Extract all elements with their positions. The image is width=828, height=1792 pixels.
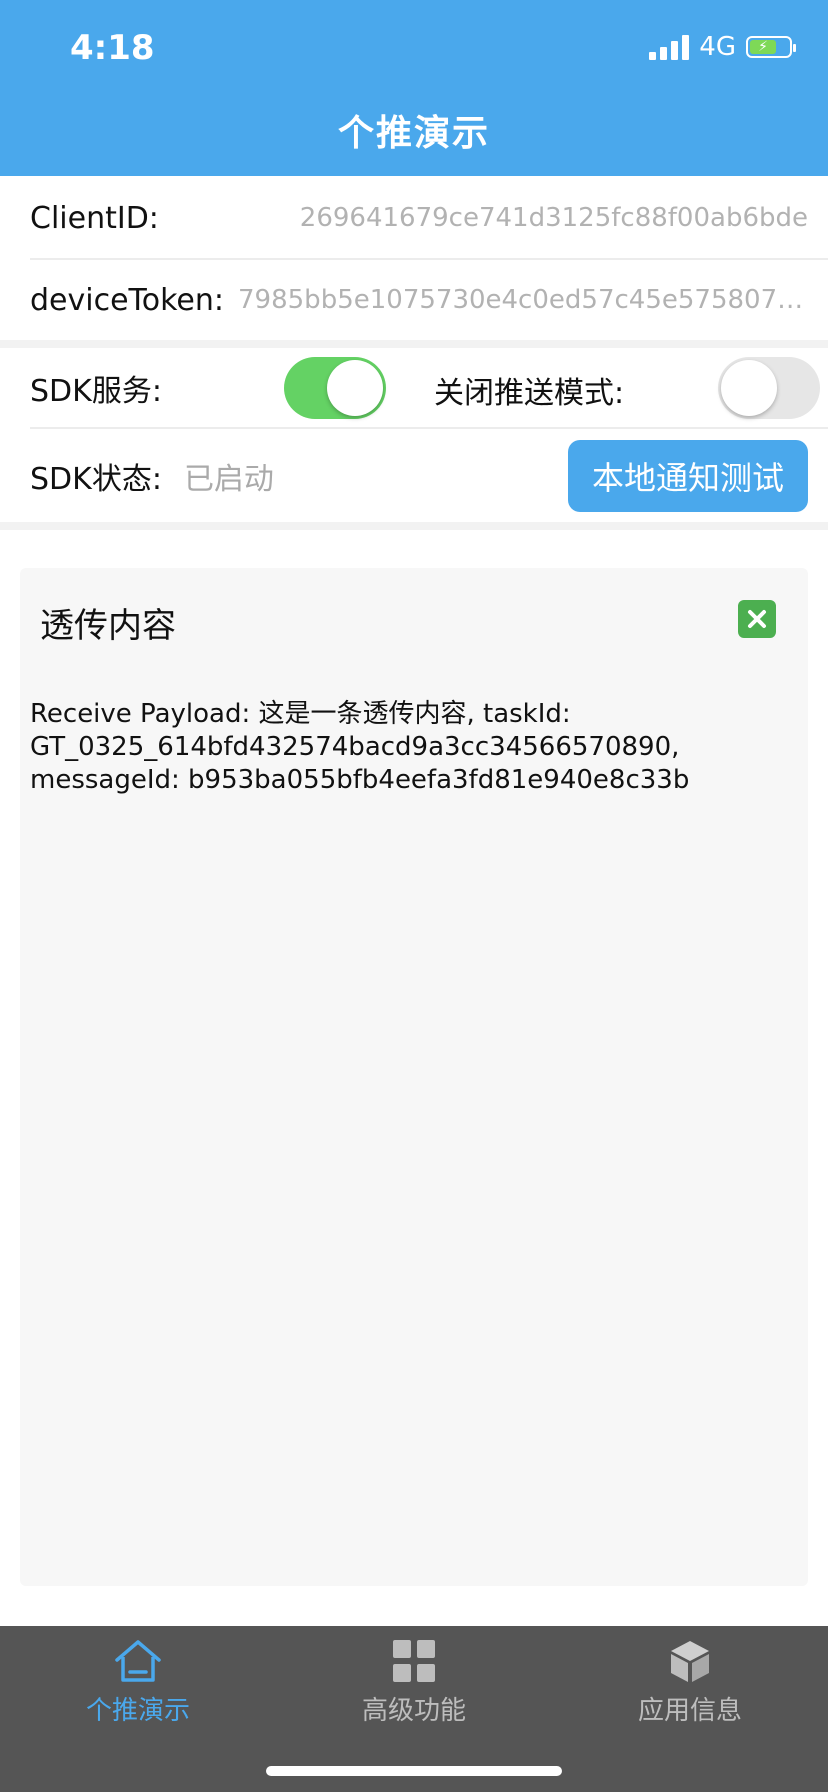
sdk-status-value: 已启动 xyxy=(183,462,274,497)
device-token-row: deviceToken: 7985bb5e1075730e4c0ed57c45e… xyxy=(0,260,828,340)
tab-label: 应用信息 xyxy=(637,1696,742,1726)
section-gap xyxy=(0,522,828,530)
client-id-value: 269641679ce741d3125fc88f00ab6bde xyxy=(299,203,808,233)
charging-bolt-icon: ⚡ xyxy=(750,40,776,54)
tab-demo[interactable]: 个推演示 xyxy=(0,1626,276,1746)
payload-panel: 透传内容 Receive Payload: 这是一条透传内容, taskId: … xyxy=(20,568,808,1586)
home-indicator xyxy=(266,1766,562,1776)
tab-advanced[interactable]: 高级功能 xyxy=(276,1626,552,1746)
sdk-service-row: SDK服务: xyxy=(0,348,828,428)
close-icon[interactable] xyxy=(738,600,776,638)
battery-icon: ⚡ xyxy=(746,36,796,58)
device-token-value: 7985bb5e1075730e4c0ed57c45e57580734d… xyxy=(238,285,808,315)
status-time: 4:18 xyxy=(70,28,155,68)
network-type: 4G xyxy=(699,32,736,62)
tab-app-info[interactable]: 应用信息 xyxy=(552,1626,828,1746)
switch-knob xyxy=(327,360,383,416)
panel-title: 透传内容 xyxy=(40,606,176,646)
cube-icon xyxy=(671,1641,709,1682)
nav-header: 4:18 4G ⚡ 个推演示 xyxy=(0,0,828,176)
close-push-switch[interactable] xyxy=(718,357,820,419)
close-push-label: 关闭推送模式: xyxy=(434,376,625,411)
payload-content: Receive Payload: 这是一条透传内容, taskId: GT_03… xyxy=(30,699,690,795)
switch-knob xyxy=(721,360,777,416)
device-token-label: deviceToken: xyxy=(30,282,225,318)
divider xyxy=(30,427,828,429)
grid-icon xyxy=(393,1640,435,1682)
sdk-service-switch[interactable] xyxy=(284,357,386,419)
client-id-row: ClientID: 269641679ce741d3125fc88f00ab6b… xyxy=(0,176,828,260)
sdk-service-label: SDK服务: xyxy=(30,374,162,409)
signal-icon xyxy=(649,34,690,60)
tab-label: 高级功能 xyxy=(361,1696,466,1726)
sdk-status-label: SDK状态: xyxy=(30,462,162,497)
tab-label: 个推演示 xyxy=(85,1696,190,1726)
local-notify-test-button[interactable]: 本地通知测试 xyxy=(568,440,808,512)
client-id-label: ClientID: xyxy=(30,200,159,236)
page-title: 个推演示 xyxy=(337,113,490,154)
status-indicators: 4G ⚡ xyxy=(649,32,796,62)
home-icon xyxy=(115,1640,161,1682)
section-gap xyxy=(0,340,828,348)
